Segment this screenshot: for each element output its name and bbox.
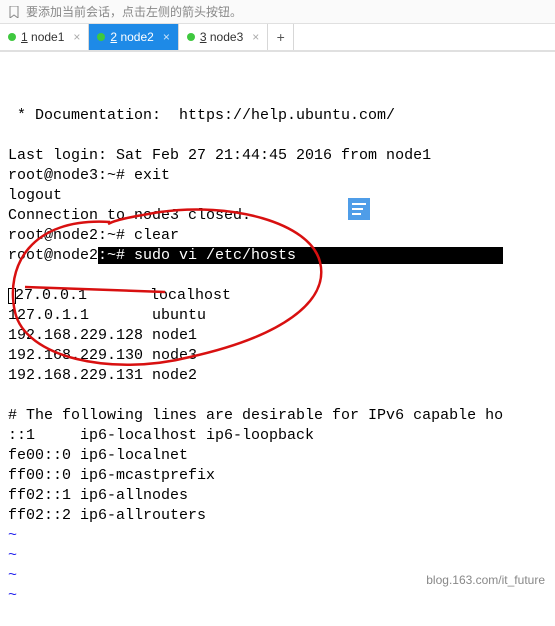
- hosts-line: 192.168.229.131 node2: [8, 367, 197, 384]
- ipv6-line: ::1 ip6-localhost ip6-loopback: [8, 427, 314, 444]
- tab-num: 1: [21, 30, 28, 44]
- doc-line: * Documentation: https://help.ubuntu.com…: [8, 107, 395, 124]
- hosts-line: 127.0.1.1 ubuntu: [8, 307, 206, 324]
- tab-node1[interactable]: 1 node1 ×: [0, 24, 89, 50]
- highlighted-command: :~# sudo vi /etc/hosts: [98, 247, 503, 264]
- term-line: root@node2:~# clear: [8, 227, 179, 244]
- ipv6-line: ff02::2 ip6-allrouters: [8, 507, 206, 524]
- tab-node3[interactable]: 3 node3 ×: [179, 24, 268, 50]
- watermark-text: blog.163.com/it_future: [426, 573, 545, 587]
- vim-tilde: ~: [8, 587, 17, 604]
- close-icon[interactable]: ×: [252, 30, 259, 44]
- hosts-line: 192.168.229.130 node3: [8, 347, 197, 364]
- tab-num: 2: [110, 30, 117, 44]
- tab-node2[interactable]: 2 node2 ×: [89, 24, 178, 50]
- tab-label: node1: [31, 30, 64, 44]
- info-bar: 要添加当前会话，点击左侧的箭头按钮。: [0, 0, 555, 24]
- hosts-line: 27.0.0.1 localhost: [15, 287, 231, 304]
- tab-label: node3: [210, 30, 243, 44]
- status-dot-icon: [8, 33, 16, 41]
- vim-tilde: ~: [8, 567, 17, 584]
- tab-strip: 1 node1 × 2 node2 × 3 node3 × +: [0, 24, 555, 52]
- terminal-output[interactable]: * Documentation: https://help.ubuntu.com…: [0, 52, 555, 626]
- info-bar-text: 要添加当前会话，点击左侧的箭头按钮。: [26, 3, 242, 20]
- tab-num: 3: [200, 30, 207, 44]
- add-tab-button[interactable]: +: [268, 24, 294, 50]
- tab-label: node2: [120, 30, 153, 44]
- status-dot-icon: [97, 33, 105, 41]
- vim-tilde: ~: [8, 527, 17, 544]
- close-icon[interactable]: ×: [163, 30, 170, 44]
- ipv6-comment: # The following lines are desirable for …: [8, 407, 503, 424]
- last-login-line: Last login: Sat Feb 27 21:44:45 2016 fro…: [8, 147, 431, 164]
- text-align-icon[interactable]: [348, 198, 370, 220]
- term-line: root@node3:~# exit: [8, 167, 170, 184]
- ipv6-line: ff02::1 ip6-allnodes: [8, 487, 188, 504]
- ipv6-line: fe00::0 ip6-localnet: [8, 447, 188, 464]
- vim-tilde: ~: [8, 547, 17, 564]
- close-icon[interactable]: ×: [73, 30, 80, 44]
- hosts-line: 192.168.229.128 node1: [8, 327, 197, 344]
- prompt-host: root@node2: [8, 247, 98, 264]
- ipv6-line: ff00::0 ip6-mcastprefix: [8, 467, 215, 484]
- term-line: logout: [8, 187, 62, 204]
- terminal-content: * Documentation: https://help.ubuntu.com…: [8, 86, 555, 606]
- bookmark-icon: [8, 6, 20, 18]
- term-line: Connection to node3 closed.: [8, 207, 251, 224]
- status-dot-icon: [187, 33, 195, 41]
